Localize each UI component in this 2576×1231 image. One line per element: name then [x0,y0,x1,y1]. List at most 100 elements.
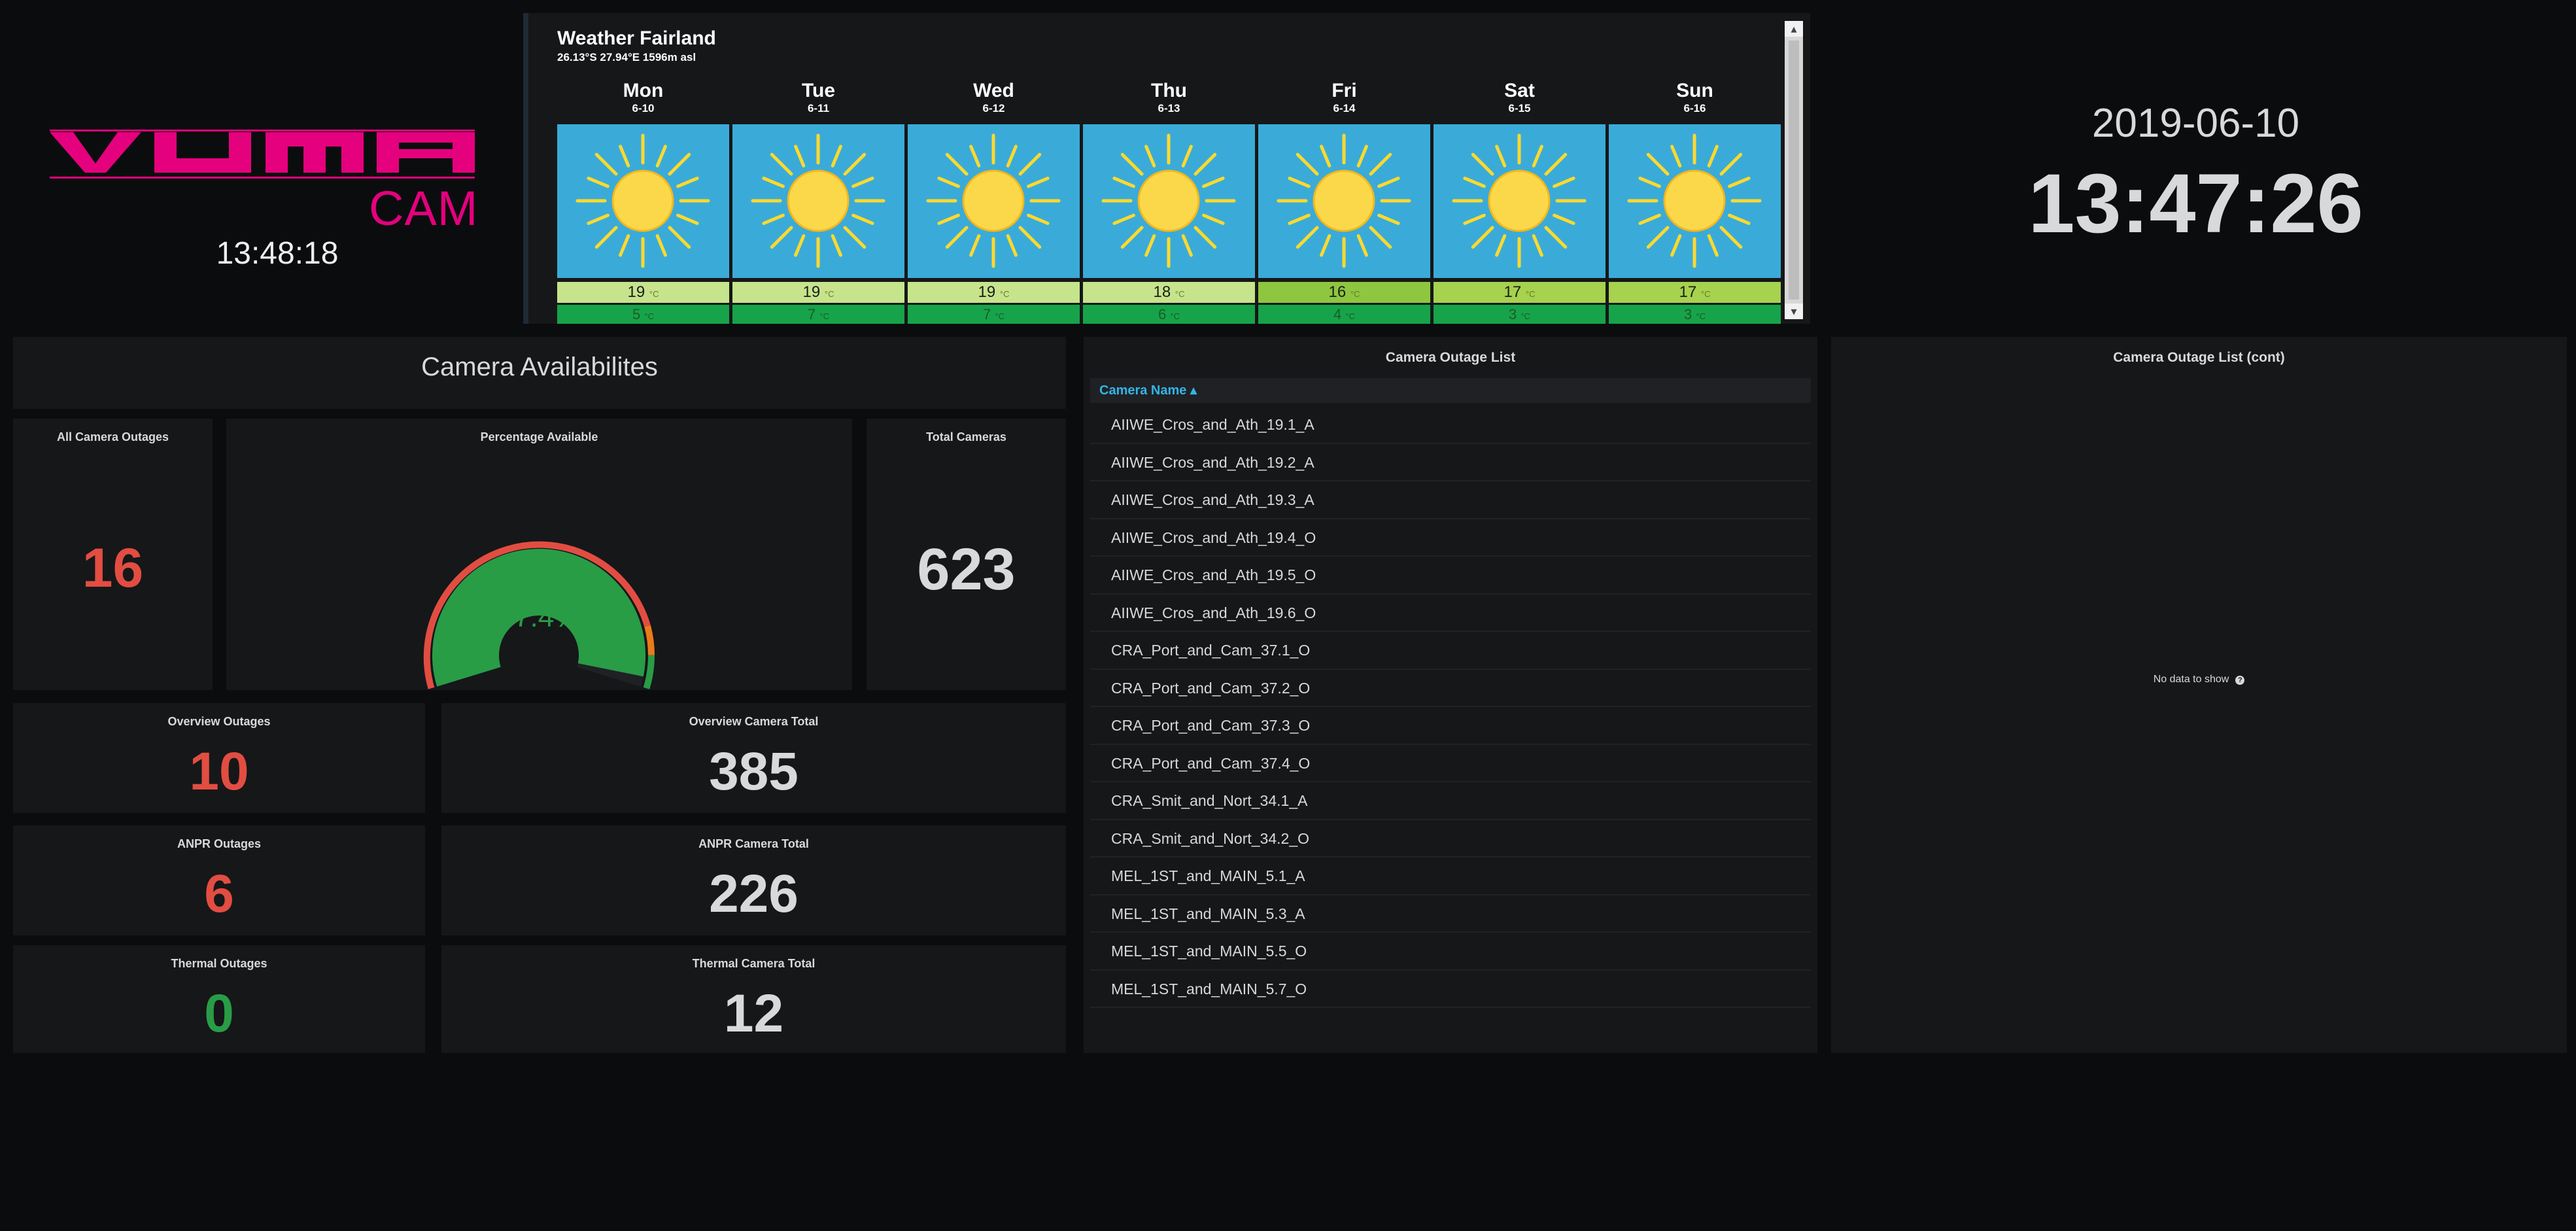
gauge-value: 97.4% [498,601,580,633]
table-row[interactable]: MEL_1ST_and_MAIN_5.1_A [1090,858,1811,895]
temp-high: 17 °C [1434,282,1606,303]
day-name: Thu [1151,80,1187,101]
forecast-day-tue: Tue 6-11 19 °C 7 °C [732,72,904,324]
overview-total-label: Overview Camera Total [689,715,819,728]
temp-low-value: 4 [1333,306,1342,322]
total-cameras-panel: Total Cameras 623 [867,419,1066,690]
total-cameras-label: Total Cameras [926,430,1006,443]
table-row[interactable]: AIIWE_Cros_and_Ath_19.4_O [1090,519,1811,557]
day-date: 6-11 [807,102,830,114]
weather-sky [732,124,904,278]
outage-list-title: Camera Outage List [1385,350,1516,365]
table-row[interactable]: CRA_Port_and_Cam_37.2_O [1090,670,1811,707]
temp-unit: °C [644,311,654,321]
temp-unit: °C [1700,289,1711,299]
day-name: Sun [1676,80,1713,101]
temp-low-value: 3 [1684,306,1692,322]
table-row[interactable]: MEL_1ST_and_MAIN_5.5_O [1090,933,1811,971]
total-cameras-value: 623 [917,537,1016,602]
forecast-day-fri: Fri 6-14 16 °C 4 °C [1258,72,1430,324]
temp-unit: °C [1696,311,1706,321]
table-row[interactable]: CRA_Smit_and_Nort_34.2_O [1090,820,1811,858]
weather-location: 26.13°S 27.94°E 1596m asl [557,51,696,63]
table-row[interactable]: AIIWE_Cros_and_Ath_19.1_A [1090,406,1811,444]
table-row[interactable]: MEL_1ST_and_MAIN_5.3_A [1090,895,1811,933]
temp-unit: °C [1350,289,1360,299]
table-row[interactable]: AIIWE_Cros_and_Ath_19.6_O [1090,595,1811,632]
temp-low-value: 3 [1509,306,1517,322]
weather-sky [1609,124,1781,278]
day-date: 6-13 [1158,102,1180,114]
temp-high: 19 °C [908,282,1080,303]
day-date: 6-12 [982,102,1005,114]
day-date: 6-15 [1508,102,1531,114]
day-date: 6-10 [632,102,655,114]
weather-panel: Weather Fairland 26.13°S 27.94°E 1596m a… [523,13,1810,324]
sun-icon [1277,133,1411,268]
sun-icon [1452,133,1587,268]
gauge-threshold-orange [644,625,655,655]
weather-sky [1434,124,1606,278]
table-row[interactable]: CRA_Port_and_Cam_37.3_O [1090,707,1811,745]
temp-high: 16 °C [1258,282,1430,303]
table-row[interactable]: AIIWE_Cros_and_Ath_19.5_O [1090,557,1811,595]
logo-cam-text: CAM [369,181,479,235]
forecast-day-thu: Thu 6-13 18 °C 6 °C [1083,72,1255,324]
temp-low: 3 °C [1609,305,1781,324]
logo-underline [50,177,475,179]
temp-high-value: 17 [1679,283,1697,301]
anpr-total-value: 226 [709,864,799,924]
temp-high: 18 °C [1083,282,1255,303]
thermal-total-label: Thermal Camera Total [692,957,816,970]
anpr-total-label: ANPR Camera Total [698,837,809,850]
table-row[interactable]: AIIWE_Cros_and_Ath_19.2_A [1090,444,1811,481]
column-header-camera-name[interactable]: Camera Name ▴ [1090,378,1811,403]
anpr-outages-value: 6 [204,864,234,924]
forecast-day-mon: Mon 6-10 19 °C 5 °C [557,72,729,324]
forecast-day-wed: Wed 6-12 19 °C 7 °C [908,72,1080,324]
temp-unit: °C [824,289,834,299]
anpr-total-panel: ANPR Camera Total 226 [441,825,1066,935]
overview-total-panel: Overview Camera Total 385 [441,703,1066,813]
forecast-day-sun: Sun 6-16 17 °C 3 °C [1609,72,1781,324]
sun-icon [926,133,1061,268]
help-icon[interactable]: ? [2235,676,2245,685]
clock-date: 2019-06-10 [2091,101,2300,146]
no-data-text: No data to show [2153,674,2229,685]
camera-outage-list-cont-panel: Camera Outage List (cont) No data to sho… [1831,337,2567,1053]
gauge-threshold-green [643,655,655,689]
temp-high: 17 °C [1609,282,1781,303]
all-outages-panel: All Camera Outages 16 [13,419,213,690]
scrollbar-thumb[interactable] [1789,41,1799,300]
weather-scrollbar[interactable]: ▴ ▾ [1785,21,1803,319]
overview-outages-label: Overview Outages [167,715,271,728]
day-name: Sat [1504,80,1535,101]
sun-icon [751,133,885,268]
table-row[interactable]: CRA_Port_and_Cam_37.4_O [1090,745,1811,782]
temp-low: 3 °C [1434,305,1606,324]
all-outages-value: 16 [82,537,144,598]
forecast-days: Mon 6-10 19 °C 5 °C Tue 6-11 19 °C 7 °C Wed 6-12 1… [557,72,1781,324]
panel-left-border [523,13,528,324]
day-date: 6-14 [1333,102,1356,114]
gauge: 97.4% [423,541,655,689]
day-name: Tue [801,80,836,101]
no-data-message: No data to show? [1831,674,2567,685]
temp-unit: °C [1520,311,1530,321]
temp-unit: °C [1170,311,1180,321]
table-row[interactable]: CRA_Smit_and_Nort_34.1_A [1090,782,1811,820]
clock-panel: 2019-06-10 13:47:26 [1825,5,2567,324]
outage-rows: AIIWE_Cros_and_Ath_19.1_A AIIWE_Cros_and_… [1090,406,1811,1008]
temp-low-value: 7 [983,306,991,322]
scroll-down-arrow-icon[interactable]: ▾ [1785,303,1803,319]
temp-unit: °C [819,311,829,321]
scroll-up-arrow-icon[interactable]: ▴ [1785,21,1803,37]
temp-unit: °C [649,289,659,299]
thermal-outages-panel: Thermal Outages 0 [13,945,425,1053]
thermal-outages-value: 0 [204,984,234,1043]
anpr-outages-label: ANPR Outages [177,837,262,850]
table-row[interactable]: MEL_1ST_and_MAIN_5.7_O [1090,971,1811,1008]
table-row[interactable]: CRA_Port_and_Cam_37.1_O [1090,632,1811,670]
day-name: Wed [973,80,1014,101]
table-row[interactable]: AIIWE_Cros_and_Ath_19.3_A [1090,481,1811,519]
